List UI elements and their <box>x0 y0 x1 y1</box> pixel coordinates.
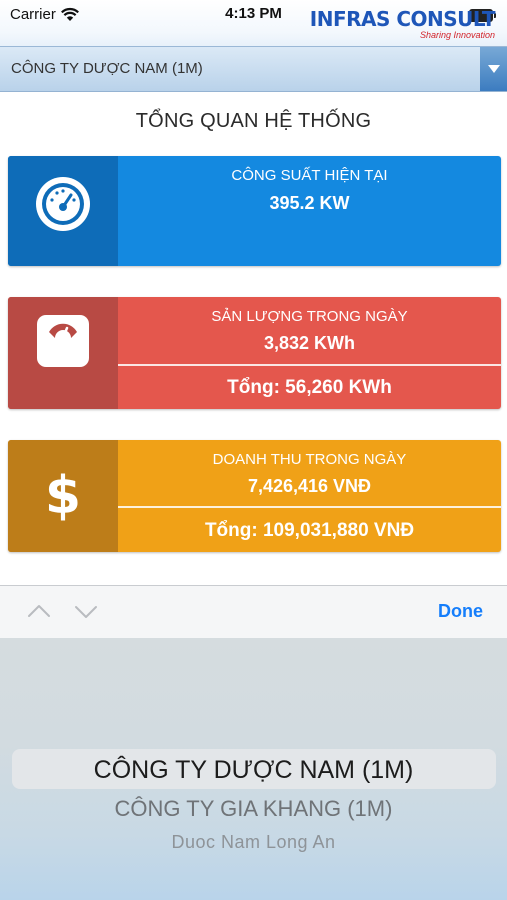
done-button[interactable]: Done <box>438 601 483 622</box>
power-value: 395.2 KW <box>269 193 350 213</box>
company-picker[interactable]: CÔNG TY DƯỢC NAM (1M) CÔNG TY GIA KHANG … <box>0 638 507 900</box>
picker-option[interactable]: Duoc Nam Long An <box>0 832 507 853</box>
company-selector[interactable]: CÔNG TY DƯỢC NAM (1M) <box>0 47 507 92</box>
revenue-card: $ DOANH THU TRONG NGÀY 7,426,416 VNĐ Tổn… <box>8 440 501 552</box>
revenue-label: DOANH THU TRONG NGÀY <box>212 451 407 468</box>
chevron-up-icon[interactable] <box>27 604 51 618</box>
picker-toolbar: Done <box>0 585 507 639</box>
power-label: CÔNG SUẤT HIỆN TẠI <box>231 167 388 184</box>
energy-total: Tổng: 56,260 KWh <box>227 377 392 398</box>
revenue-total: Tổng: 109,031,880 VNĐ <box>204 520 415 541</box>
dollar-icon: $ <box>44 466 82 526</box>
header: Carrier 4:13 PM INFRAS CONSULT Sharing I… <box>0 0 507 47</box>
power-card: CÔNG SUẤT HIỆN TẠI 395.2 KW <box>8 156 501 266</box>
gauge-icon <box>36 177 90 231</box>
power-card-icon-area <box>8 156 118 266</box>
energy-card-body: SẢN LƯỢNG TRONG NGÀY 3,832 KWh Tổng: 56,… <box>118 297 501 409</box>
scale-icon <box>37 315 89 367</box>
revenue-divider <box>118 506 501 508</box>
brand-logo: INFRAS CONSULT Sharing Innovation <box>309 7 496 40</box>
content-spacer <box>0 560 507 584</box>
picker-option[interactable]: CÔNG TY DƯỢC NAM (1M) <box>0 756 507 785</box>
revenue-value: 7,426,416 VNĐ <box>247 476 372 496</box>
energy-card-icon-area <box>8 297 118 409</box>
chevron-down-icon[interactable] <box>74 605 98 619</box>
brand-name: INFRAS CONSULT <box>309 7 496 31</box>
energy-card: SẢN LƯỢNG TRONG NGÀY 3,832 KWh Tổng: 56,… <box>8 297 501 409</box>
power-card-body: CÔNG SUẤT HIỆN TẠI 395.2 KW <box>118 156 501 266</box>
dropdown-arrow-icon[interactable] <box>480 47 507 91</box>
revenue-card-icon-area: $ <box>8 440 118 552</box>
picker-option[interactable]: CÔNG TY GIA KHANG (1M) <box>0 796 507 822</box>
revenue-card-body: DOANH THU TRONG NGÀY 7,426,416 VNĐ Tổng:… <box>118 440 501 552</box>
energy-label: SẢN LƯỢNG TRONG NGÀY <box>211 308 408 325</box>
brand-tagline: Sharing Innovation <box>419 30 495 40</box>
energy-divider <box>118 364 501 366</box>
page-title: TỔNG QUAN HỆ THỐNG <box>135 110 372 132</box>
company-selector-value[interactable]: CÔNG TY DƯỢC NAM (1M) <box>11 60 203 77</box>
energy-value: 3,832 KWh <box>263 333 356 353</box>
